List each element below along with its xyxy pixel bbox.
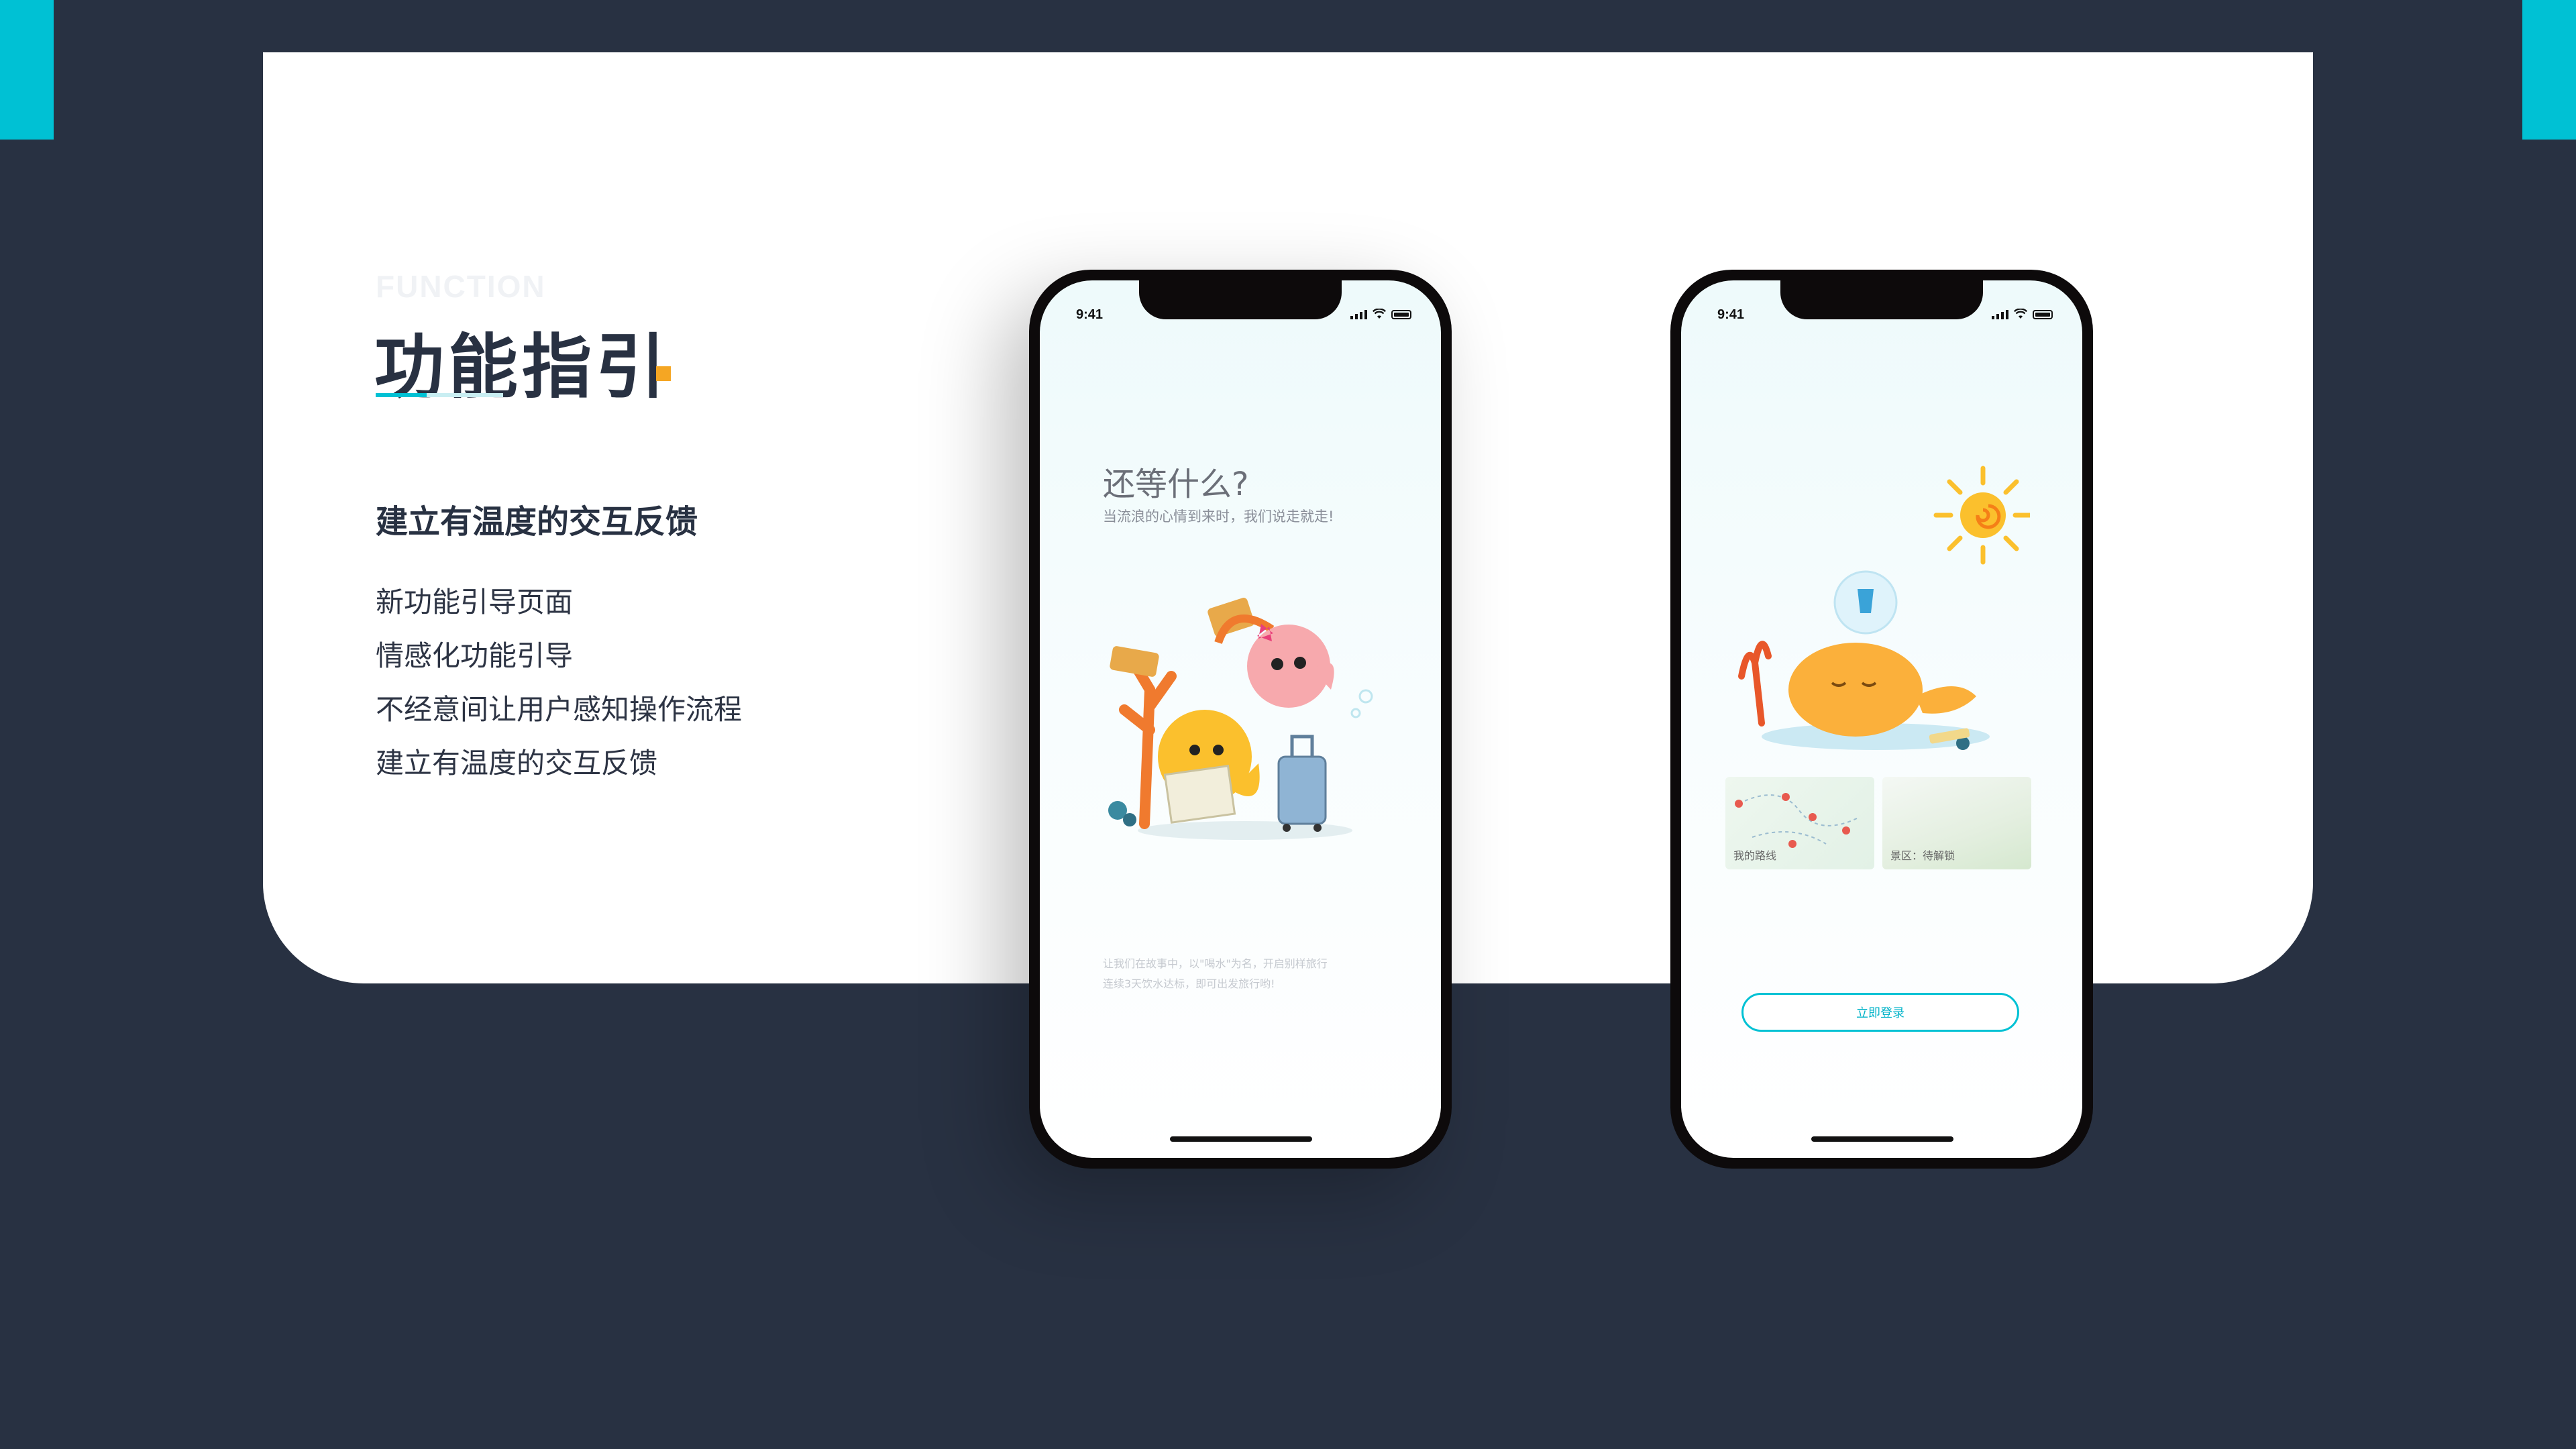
phone-screen: 9:41 还等什么? 当流浪的心情到来时，我们说走就走! 让我们在故事中，以"喝… [1040,280,1441,1158]
status-icons [1992,309,2053,319]
phone-mockup-guide: 9:41 还等什么? 当流浪的心情到来时，我们说走就走! 让我们在故事中，以"喝… [1029,270,1452,1169]
footnote-line: 让我们在故事中，以"喝水"为名，开启别样旅行 [1103,957,1328,970]
route-card[interactable]: 我的路线 [1725,777,1874,869]
accent-corner-right [2522,0,2576,140]
phone-mockup-login: 9:41 我的路线 景区：待解锁 立即登录 [1670,270,2093,1169]
eyebrow-text: FUNCTION [376,269,546,304]
wifi-icon [2014,309,2027,319]
phone-screen: 9:41 我的路线 景区：待解锁 立即登录 [1681,280,2082,1158]
feature-list: 新功能引导页面 情感化功能引导 不经意间让用户感知操作流程 建立有温度的交互反馈 [376,576,742,790]
status-time: 9:41 [1717,307,1745,322]
section-subtitle: 建立有温度的交互反馈 [376,503,698,541]
footnote-line: 连续3天饮水达标，即可出发旅行哟! [1103,977,1275,990]
status-time: 9:41 [1076,307,1104,322]
sleeping-whale-illustration [1738,466,2030,750]
feature-item: 不经意间让用户感知操作流程 [376,693,743,726]
login-button[interactable]: 立即登录 [1741,993,2019,1032]
home-indicator [1811,1136,1953,1142]
phone-notch [1139,280,1342,319]
battery-icon [1391,310,1411,319]
phone-notch [1780,280,1983,319]
travel-mascots-illustration [1108,598,1373,840]
status-icons [1350,309,1411,319]
accent-corner-left [0,0,54,140]
route-card-label: 我的路线 [1733,849,1777,862]
scenic-card[interactable]: 景区：待解锁 [1882,777,2031,869]
feature-cards: 我的路线 景区：待解锁 [1725,777,2031,869]
feature-item: 建立有温度的交互反馈 [376,747,658,780]
guide-subline: 当流浪的心情到来时，我们说走就走! [1103,508,1334,525]
title-underline-accent [376,393,427,397]
scenic-card-label: 景区：待解锁 [1890,849,1955,862]
feature-item: 情感化功能引导 [376,639,574,672]
title-underline [376,393,503,397]
guide-footnote: 让我们在故事中，以"喝水"为名，开启别样旅行 连续3天饮水达标，即可出发旅行哟! [1103,954,1328,994]
signal-icon [1992,310,2008,319]
sun-icon [1933,466,2030,565]
title-dot [656,366,671,381]
battery-icon [2033,310,2053,319]
home-indicator [1170,1136,1312,1142]
signal-icon [1350,310,1367,319]
feature-item: 新功能引导页面 [376,586,574,619]
guide-headline: 还等什么? [1103,466,1249,503]
wifi-icon [1373,309,1386,319]
